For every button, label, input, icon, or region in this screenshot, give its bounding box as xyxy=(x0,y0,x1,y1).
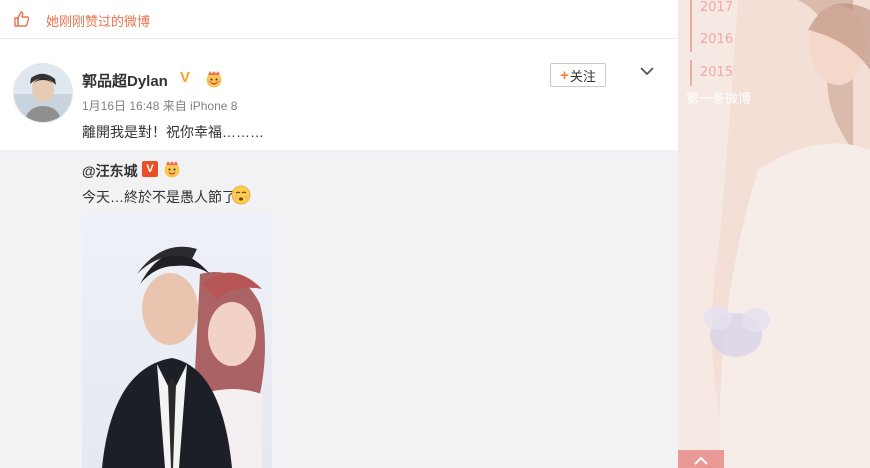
year-link-2017[interactable]: 2017 xyxy=(700,0,733,15)
weibo-feed: 她刚刚赞过的微博 郭品超Dylan V + 关注 1月16日 16:48 来自 … xyxy=(0,0,678,468)
username[interactable]: 郭品超Dylan xyxy=(82,70,168,91)
year-marker xyxy=(690,0,692,26)
chevron-up-icon xyxy=(694,456,708,465)
verified-badge: V xyxy=(180,69,191,86)
avatar-image xyxy=(14,64,72,122)
liked-header: 她刚刚赞过的微博 xyxy=(0,0,678,39)
avatar[interactable] xyxy=(13,63,73,123)
follow-label: 关注 xyxy=(569,68,596,84)
repost-text: 今天…終於不是愚人節了 xyxy=(82,189,236,205)
profile-sidebar: 2017 2016 2015 第一条微博 xyxy=(678,0,870,468)
chevron-down-icon[interactable] xyxy=(639,65,655,77)
year-link-2016[interactable]: 2016 xyxy=(700,32,733,47)
follow-button[interactable]: + 关注 xyxy=(550,63,606,87)
smirk-emoji-icon xyxy=(231,185,251,205)
repost-block: @汪东城 V 今天…終於不是愚人節了 xyxy=(0,150,678,468)
year-link-2015[interactable]: 2015 xyxy=(700,65,733,80)
post-meta[interactable]: 1月16日 16:48 来自 iPhone 8 xyxy=(82,97,237,114)
member-face-icon xyxy=(164,161,180,178)
first-post-link[interactable]: 第一条微博 xyxy=(686,88,751,107)
verified-badge: V xyxy=(142,161,158,177)
plus-icon: + xyxy=(560,66,569,84)
year-marker xyxy=(690,60,692,86)
couple-photo[interactable] xyxy=(82,214,272,468)
post-card: 郭品超Dylan V + 关注 1月16日 16:48 来自 iPhone 8 … xyxy=(0,39,678,149)
year-marker xyxy=(690,26,692,52)
back-to-top-tab[interactable] xyxy=(678,450,724,468)
couple-photo-image xyxy=(82,214,272,468)
thumbs-up-icon xyxy=(14,11,30,27)
member-face-icon xyxy=(206,71,222,88)
liked-label[interactable]: 她刚刚赞过的微博 xyxy=(46,11,150,30)
post-text: 離開我是對！祝你幸福……… xyxy=(82,124,264,140)
repost-username[interactable]: @汪东城 xyxy=(82,161,138,181)
